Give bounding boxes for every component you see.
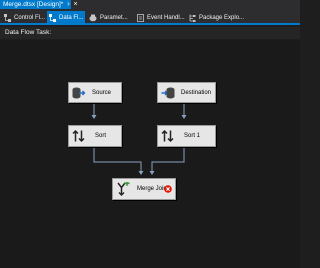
ole-db-source-icon — [72, 87, 86, 98]
data-flow-icon — [49, 13, 56, 22]
destination-component[interactable]: Destination — [157, 82, 216, 103]
task-header: Data Flow Task: — [0, 27, 300, 39]
source-component[interactable]: Source — [68, 82, 122, 103]
document-tab-bar: Merge.dtsx [Design]* ⊦ × — [0, 0, 300, 9]
tab-parameters-label: Paramet... — [100, 14, 128, 21]
merge-join-label: Merge Join — [137, 186, 167, 192]
tab-package-explorer-label: Package Explo... — [199, 14, 245, 21]
package-explorer-icon — [189, 14, 196, 22]
source-label: Source — [92, 89, 112, 96]
sort-icon — [72, 129, 85, 143]
tab-parameters[interactable]: Paramet... — [89, 11, 128, 24]
sort1-label: Sort 1 — [184, 133, 201, 139]
pin-icon[interactable]: ⊦ — [67, 1, 70, 8]
data-flow-task-label: Data Flow Task: — [5, 29, 52, 36]
tab-control-flow[interactable]: Control Fl... — [4, 11, 45, 24]
tab-event-handlers[interactable]: Event Handl... — [137, 11, 185, 24]
arrowhead — [91, 115, 97, 119]
tab-data-flow[interactable]: Data Fl... — [47, 11, 86, 24]
arrowhead — [138, 171, 144, 175]
document-tab-title: Merge.dtsx [Design]* — [3, 1, 64, 8]
arrowhead — [181, 115, 187, 119]
document-tab[interactable]: Merge.dtsx [Design]* ⊦ × — [0, 0, 78, 9]
tab-package-explorer[interactable]: Package Explo... — [189, 11, 244, 24]
tab-data-flow-label: Data Fl... — [59, 14, 84, 21]
merge-join-icon — [117, 182, 130, 196]
tab-event-handlers-label: Event Handl... — [147, 14, 185, 21]
error-icon[interactable] — [164, 185, 172, 193]
sort-label: Sort — [95, 133, 107, 139]
path-sort1-to-merge-join[interactable] — [151, 146, 185, 173]
sort-component[interactable]: Sort — [68, 125, 122, 147]
destination-label: Destination — [181, 89, 212, 96]
parameters-icon — [89, 14, 97, 21]
connector-lines — [91, 102, 187, 175]
arrowhead — [149, 171, 155, 175]
merge-join-component[interactable]: Merge Join — [112, 178, 176, 200]
sort-icon — [161, 129, 174, 143]
close-icon[interactable]: × — [73, 1, 77, 8]
path-sort-to-merge-join[interactable] — [93, 146, 142, 173]
sort1-component[interactable]: Sort 1 — [157, 125, 216, 147]
ole-db-destination-icon — [161, 87, 175, 98]
event-handlers-icon — [137, 13, 144, 22]
designer-tab-bar: Control Fl... Data Fl... Paramet... Even… — [0, 9, 300, 25]
control-flow-icon — [4, 13, 11, 22]
design-canvas[interactable]: Source Destination Sort Sort 1 Merge Joi… — [0, 40, 300, 268]
tab-control-flow-label: Control Fl... — [14, 14, 46, 21]
